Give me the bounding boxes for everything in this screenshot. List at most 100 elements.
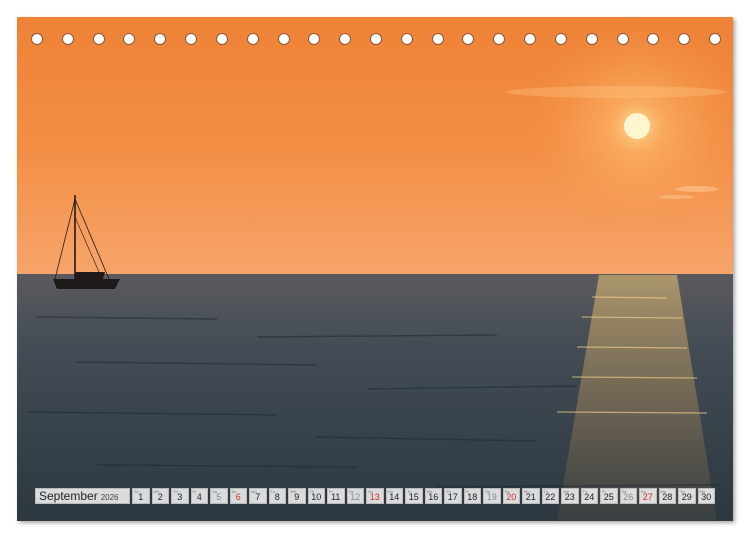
- binding-hole: [524, 33, 537, 45]
- weekday-abbrev: Mo: [524, 489, 530, 494]
- calendar-day: Tu 29: [678, 488, 696, 504]
- weekday-abbrev: We: [426, 489, 433, 494]
- calendar-day: Fr 11: [327, 488, 345, 504]
- weekday-abbrev: Sa: [212, 489, 217, 494]
- weekday-abbrev: Su: [231, 489, 237, 494]
- weekday-abbrev: Su: [641, 489, 646, 494]
- calendar-day: Sa 5: [210, 488, 228, 504]
- day-number: 3: [177, 492, 183, 502]
- calendar-day: Fr 4: [190, 488, 208, 504]
- binding-hole: [339, 33, 352, 45]
- calendar-day: We 30: [697, 488, 715, 504]
- day-number: 8: [274, 492, 280, 502]
- weekday-abbrev: We: [290, 489, 296, 494]
- binding-hole: [647, 33, 660, 45]
- day-number: 4: [196, 492, 202, 502]
- binding-hole: [400, 33, 413, 45]
- cloud-streak: [507, 86, 727, 98]
- calendar-day: Su 13: [366, 488, 384, 504]
- binding-hole: [431, 33, 444, 45]
- binding-hole: [585, 33, 598, 45]
- calendar-day: Mo 21: [522, 488, 540, 504]
- binding-hole: [370, 33, 382, 45]
- binding-hole: [215, 33, 228, 45]
- weekday-abbrev: Th: [582, 489, 588, 494]
- cloud-wisp: [675, 186, 719, 192]
- binding-hole: [462, 33, 475, 45]
- weekday-abbrev: Mo: [251, 489, 257, 494]
- binding-hole: [277, 33, 290, 45]
- binding-hole: [123, 33, 136, 45]
- weekday-abbrev: Tu: [134, 489, 139, 494]
- weekday-abbrev: Tu: [680, 489, 685, 494]
- month-label: September 2026: [35, 488, 130, 504]
- weekday-abbrev: Tu: [270, 489, 276, 494]
- binding-hole: [709, 33, 721, 45]
- calendar-day: We 9: [288, 488, 306, 504]
- binding-hole: [154, 33, 167, 45]
- binding-hole: [185, 33, 198, 45]
- calendar-day: Sa 12: [346, 488, 364, 504]
- sun-glow: [17, 17, 733, 275]
- cloud-wisp: [659, 195, 695, 199]
- calendar-day: We 23: [561, 488, 579, 504]
- calendar-day: Fr 25: [600, 488, 618, 504]
- calendar-strip: September 2026 Tu 1 We 2 Th 3 Fr 4 Sa 5 Su 6 Mo 7 Tu 8 W…: [35, 488, 715, 504]
- calendar-day: Tu 1: [132, 488, 150, 504]
- calendar-day: Mo 14: [385, 488, 403, 504]
- calendar-day: Sa 19: [483, 488, 501, 504]
- weekday-abbrev: Su: [368, 489, 373, 494]
- weekday-abbrev: We: [153, 489, 160, 494]
- weekday-abbrev: Fr: [329, 489, 333, 494]
- weekday-abbrev: Th: [173, 489, 178, 494]
- sunset-photo: [17, 17, 733, 521]
- binding-hole: [678, 33, 691, 45]
- weekday-abbrev: Fr: [192, 489, 197, 494]
- calendar-day: Su 6: [229, 488, 247, 504]
- binding-hole: [308, 33, 321, 45]
- weekday-abbrev: Su: [504, 489, 510, 494]
- binding-hole: [61, 33, 74, 45]
- calendar-day: Th 3: [171, 488, 189, 504]
- weekday-abbrev: Sa: [621, 489, 627, 494]
- weekday-abbrev: Fr: [602, 489, 606, 494]
- weekday-abbrev: We: [699, 489, 706, 494]
- weekday-abbrev: Mo: [660, 489, 667, 494]
- calendar-day: Tu 22: [541, 488, 559, 504]
- calendar-day: Fr 18: [463, 488, 481, 504]
- binding-hole: [616, 33, 629, 45]
- calendar-day: Th 10: [307, 488, 325, 504]
- weekday-abbrev: Th: [309, 489, 315, 494]
- day-number: 6: [235, 492, 241, 502]
- calendar-day: Su 20: [502, 488, 520, 504]
- weekday-abbrev: We: [563, 489, 569, 494]
- weekday-abbrev: Tu: [543, 489, 549, 494]
- month-name: September: [39, 489, 98, 503]
- binding-hole: [246, 33, 259, 45]
- binding-hole: [493, 33, 506, 45]
- calendar-day: Mo 7: [249, 488, 267, 504]
- day-number: 1: [138, 492, 144, 502]
- sun-icon: [624, 113, 650, 139]
- calendar-day: We 2: [151, 488, 169, 504]
- binding-hole: [554, 33, 567, 45]
- weekday-abbrev: Tu: [407, 489, 412, 494]
- calendar-day: Su 27: [639, 488, 657, 504]
- weekday-abbrev: Mo: [387, 489, 394, 494]
- calendar-day: Th 24: [580, 488, 598, 504]
- weekday-abbrev: Fr: [465, 489, 470, 494]
- binding-hole: [31, 33, 43, 45]
- weekday-abbrev: Sa: [485, 489, 490, 494]
- year: 2026: [100, 492, 119, 502]
- calendar-day: Tu 15: [405, 488, 423, 504]
- calendar-day: Sa 26: [619, 488, 637, 504]
- sunset-scene: [17, 17, 733, 521]
- binding-hole: [92, 33, 105, 45]
- calendar-day: Mo 28: [658, 488, 676, 504]
- weekday-abbrev: Sa: [348, 489, 354, 494]
- weekday-abbrev: Th: [446, 489, 451, 494]
- binding-holes: [31, 33, 721, 47]
- calendar-day: Th 17: [444, 488, 462, 504]
- calendar-day: Tu 8: [268, 488, 286, 504]
- calendar-day: We 16: [424, 488, 442, 504]
